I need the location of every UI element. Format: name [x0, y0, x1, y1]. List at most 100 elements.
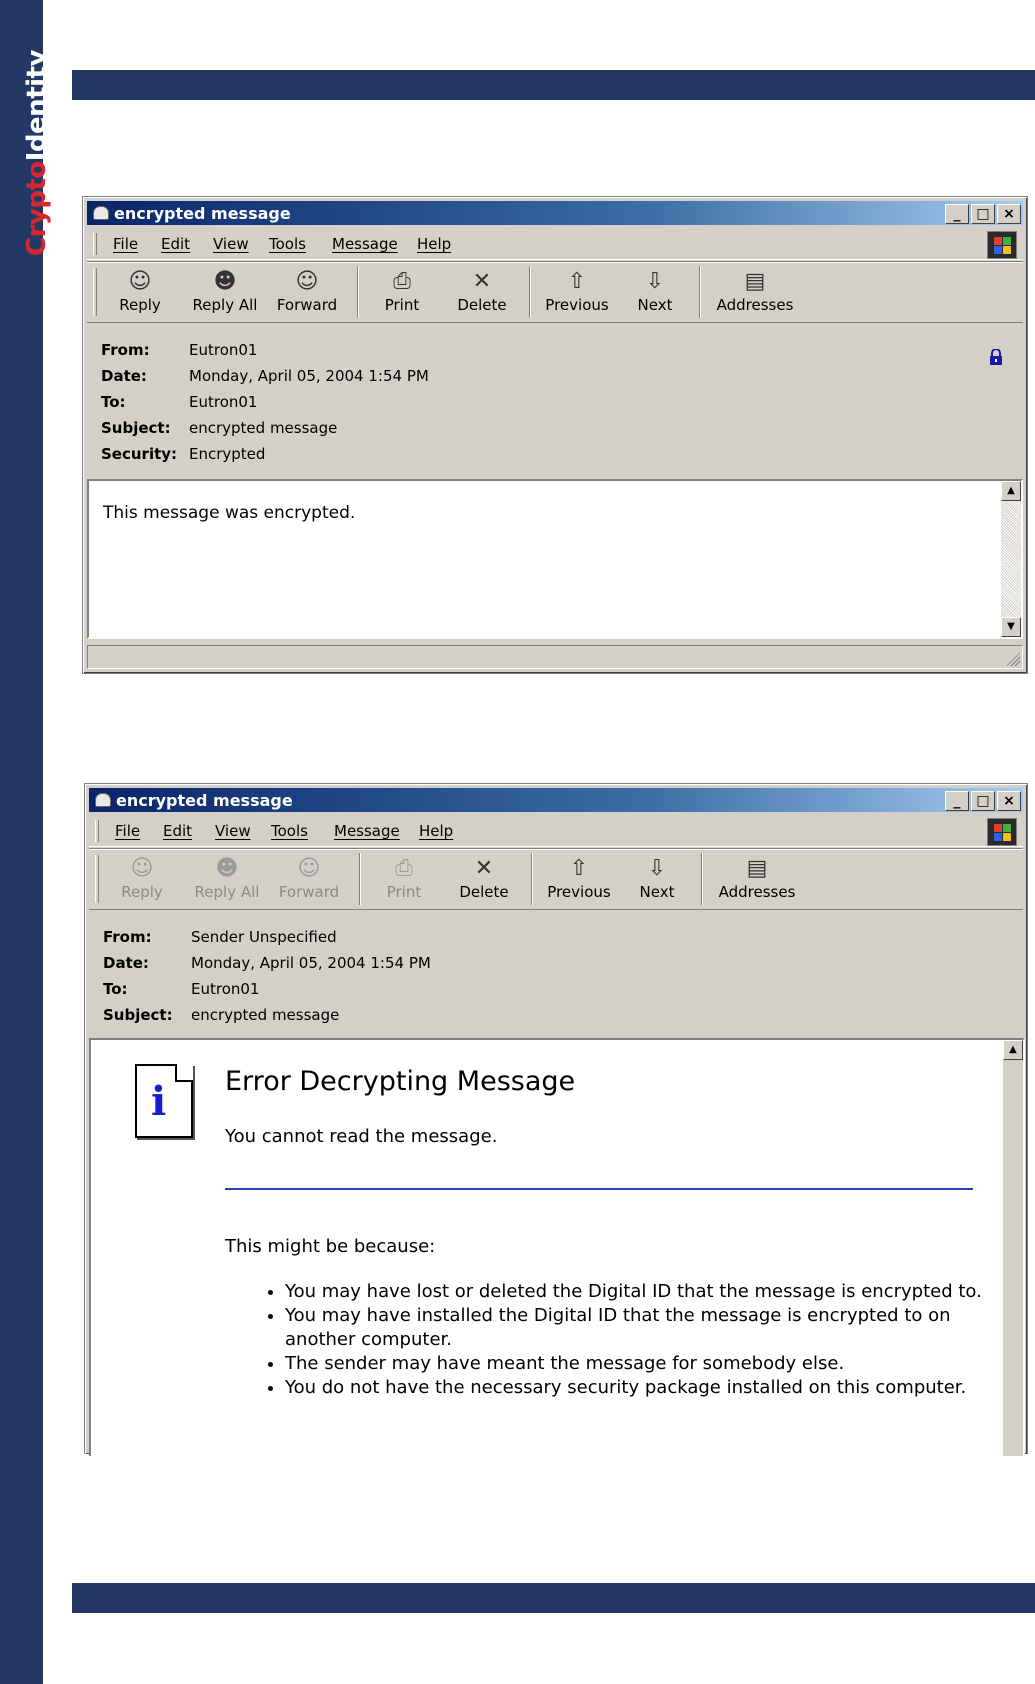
window-title: encrypted message — [114, 204, 291, 223]
vertical-scrollbar[interactable]: ▲ — [1003, 1040, 1023, 1456]
list-item: The sender may have meant the message fo… — [285, 1352, 1005, 1376]
delete-button[interactable]: ✕ Delete — [447, 853, 521, 905]
delete-button[interactable]: ✕ Delete — [445, 266, 519, 318]
menu-file[interactable]: File — [113, 235, 138, 253]
menu-message[interactable]: Message — [332, 235, 398, 253]
print-label: Print — [384, 296, 420, 314]
scroll-down-button[interactable]: ▼ — [1001, 617, 1021, 637]
print-button[interactable]: ⎙ Print — [369, 853, 439, 905]
menu-view[interactable]: View — [213, 235, 249, 253]
to-label: To: — [103, 980, 128, 998]
printer-icon: ⎙ — [393, 269, 411, 294]
print-button[interactable]: ⎙ Print — [367, 266, 437, 318]
next-button[interactable]: ⇩ Next — [625, 853, 689, 905]
previous-button[interactable]: ⇧ Previous — [535, 266, 619, 318]
reply-icon: ☺ — [128, 269, 152, 294]
envelope-icon — [93, 206, 109, 220]
forward-button[interactable]: ☺ Forward — [269, 853, 349, 905]
to-label: To: — [101, 393, 126, 411]
previous-button[interactable]: ⇧ Previous — [537, 853, 621, 905]
top-banner-bar — [72, 70, 1035, 100]
next-button[interactable]: ⇩ Next — [623, 266, 687, 318]
reply-all-button[interactable]: ☻ Reply All — [187, 853, 267, 905]
menu-help[interactable]: Help — [417, 235, 451, 253]
reply-button[interactable]: ☺ Reply — [107, 853, 177, 905]
close-button[interactable]: × — [997, 791, 1021, 811]
title-bar[interactable]: encrypted message _ □ × — [87, 201, 1023, 225]
date-value: Monday, April 05, 2004 1:54 PM — [189, 367, 429, 385]
forward-button[interactable]: ☺ Forward — [267, 266, 347, 318]
addresses-button[interactable]: ▤ Addresses — [707, 266, 803, 318]
next-label: Next — [639, 883, 675, 901]
menu-message[interactable]: Message — [334, 822, 400, 840]
menu-tools[interactable]: Tools — [269, 235, 306, 253]
toolbar-separator — [701, 853, 703, 905]
arrow-down-icon: ⇩ — [647, 856, 667, 881]
logo-part2: Identity — [22, 50, 52, 162]
close-button[interactable]: × — [997, 204, 1021, 224]
menu-file[interactable]: File — [115, 822, 140, 840]
toolbar-separator — [357, 266, 359, 318]
toolbar-separator — [359, 853, 361, 905]
reply-all-icon: ☻ — [215, 856, 239, 881]
list-item: You do not have the necessary security p… — [285, 1376, 1005, 1400]
addresses-label: Addresses — [716, 296, 794, 314]
menu-grip — [95, 820, 99, 842]
security-label: Security: — [101, 445, 178, 463]
subject-label: Subject: — [101, 419, 171, 437]
status-bar — [87, 645, 1023, 669]
maximize-button[interactable]: □ — [971, 791, 995, 811]
reply-all-label: Reply All — [192, 296, 258, 314]
window-title: encrypted message — [116, 791, 293, 810]
toolbar-separator — [699, 266, 701, 318]
subject-value: encrypted message — [189, 419, 338, 437]
menu-grip — [93, 233, 97, 255]
forward-icon: ☺ — [295, 269, 319, 294]
toolbar-separator — [529, 266, 531, 318]
window-controls: _ □ × — [943, 204, 1021, 224]
scroll-up-button[interactable]: ▲ — [1003, 1040, 1023, 1060]
address-book-icon: ▤ — [746, 856, 768, 881]
arrow-down-icon: ⇩ — [645, 269, 665, 294]
maximize-button[interactable]: □ — [971, 204, 995, 224]
divider — [225, 1188, 973, 1190]
envelope-icon — [95, 793, 111, 807]
menu-bar: File Edit View Tools Message Help — [87, 229, 1023, 260]
minimize-button[interactable]: _ — [945, 204, 969, 224]
toolbar: ☺ Reply ☻ Reply All ☺ Forward ⎙ Print ✕ … — [89, 848, 1023, 910]
menu-tools[interactable]: Tools — [271, 822, 308, 840]
message-body[interactable]: This message was encrypted. ▲ ▼ — [87, 479, 1023, 639]
date-label: Date: — [103, 954, 149, 972]
list-item: You may have lost or deleted the Digital… — [285, 1280, 1005, 1304]
logo-part1: Crypto — [22, 161, 52, 256]
menu-help[interactable]: Help — [419, 822, 453, 840]
title-bar[interactable]: encrypted message _ □ × — [89, 788, 1023, 812]
addresses-button[interactable]: ▤ Addresses — [709, 853, 805, 905]
menu-edit[interactable]: Edit — [161, 235, 190, 253]
info-document-icon: i — [135, 1064, 193, 1138]
toolbar-grip — [93, 268, 97, 316]
reply-button[interactable]: ☺ Reply — [105, 266, 175, 318]
reply-all-button[interactable]: ☻ Reply All — [185, 266, 265, 318]
message-body[interactable]: i Error Decrypting Message You cannot re… — [89, 1038, 1025, 1456]
resize-grip[interactable] — [1006, 652, 1020, 666]
menu-edit[interactable]: Edit — [163, 822, 192, 840]
forward-icon: ☺ — [297, 856, 321, 881]
error-title: Error Decrypting Message — [225, 1066, 576, 1097]
previous-label: Previous — [547, 883, 611, 901]
from-value: Eutron01 — [189, 341, 258, 359]
from-label: From: — [103, 928, 152, 946]
scroll-up-button[interactable]: ▲ — [1001, 481, 1021, 501]
reply-all-icon: ☻ — [213, 269, 237, 294]
to-value: Eutron01 — [191, 980, 260, 998]
from-label: From: — [101, 341, 150, 359]
windows-logo-icon — [987, 818, 1017, 846]
reply-label: Reply — [121, 883, 163, 901]
delete-x-icon: ✕ — [474, 856, 494, 881]
menu-view[interactable]: View — [215, 822, 251, 840]
subject-label: Subject: — [103, 1006, 173, 1024]
vertical-scrollbar[interactable]: ▲ ▼ — [1001, 481, 1021, 637]
to-value: Eutron01 — [189, 393, 258, 411]
padlock-icon[interactable] — [989, 349, 1003, 365]
minimize-button[interactable]: _ — [945, 791, 969, 811]
